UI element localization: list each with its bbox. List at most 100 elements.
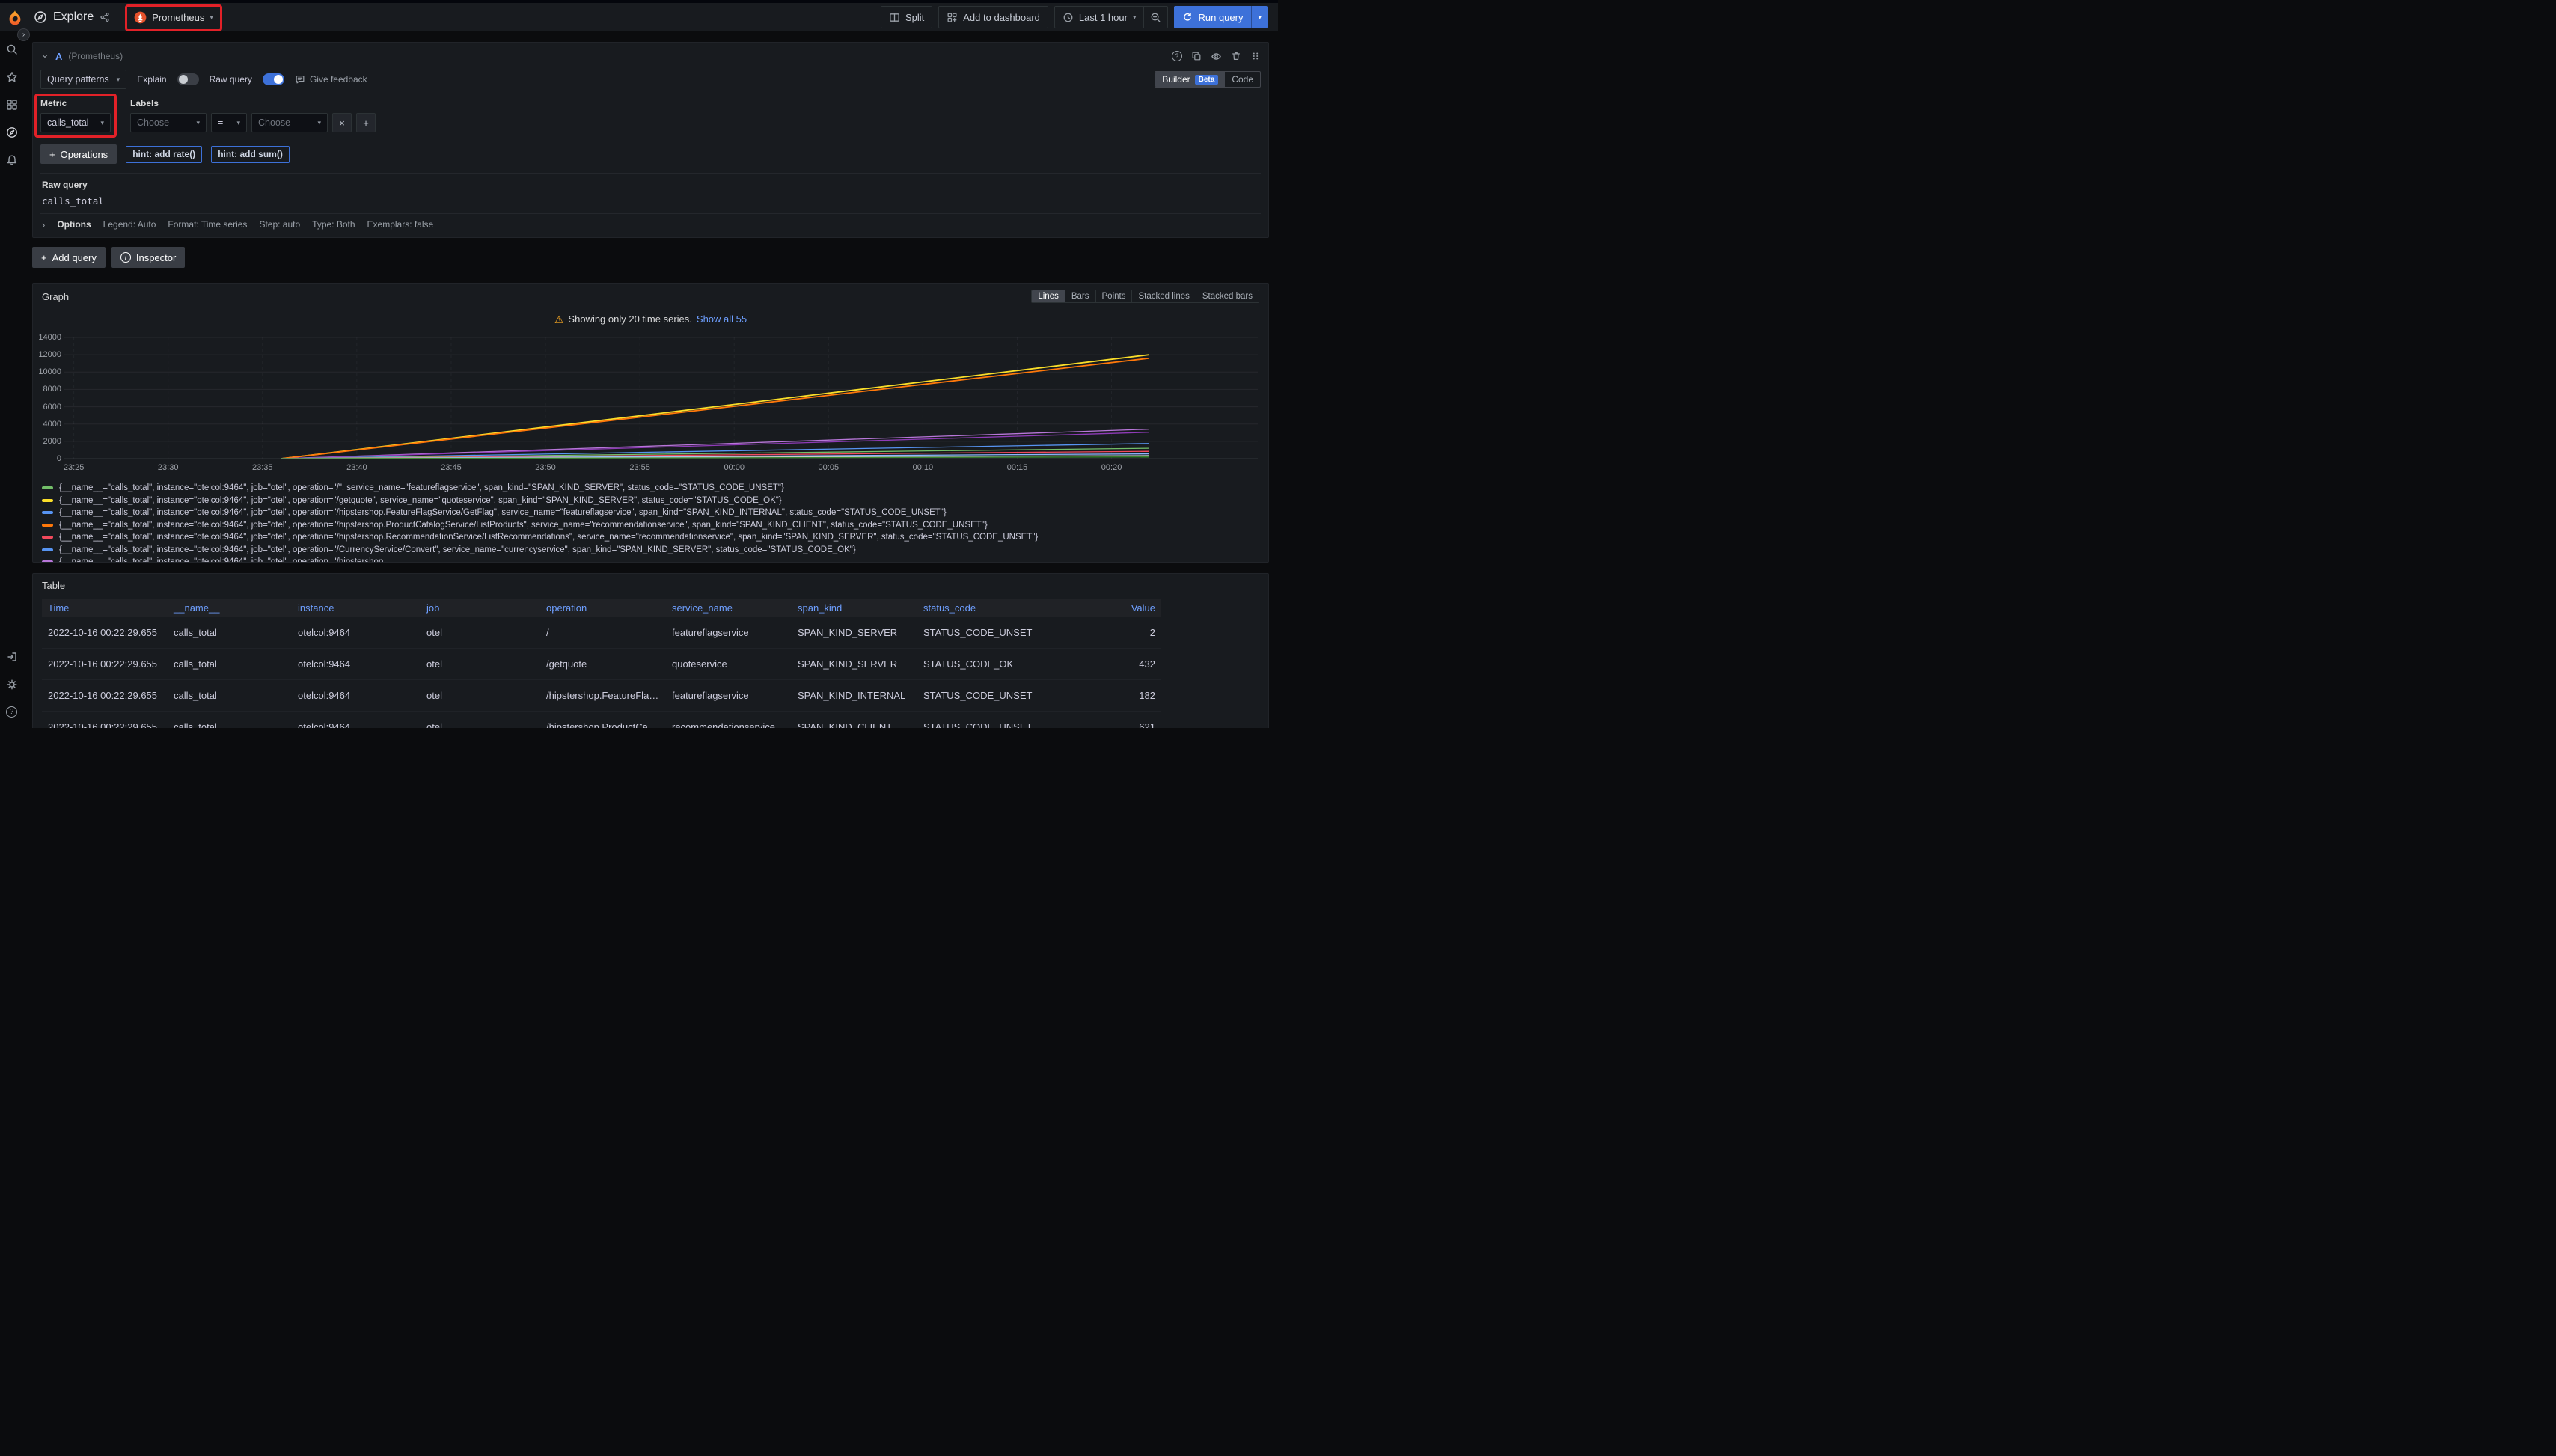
show-all-series-link[interactable]: Show all 55: [697, 313, 747, 325]
hide-query-eye-icon[interactable]: [1211, 51, 1222, 62]
add-to-dashboard-button[interactable]: Add to dashboard: [938, 6, 1048, 28]
hint-add-rate-button[interactable]: hint: add rate(): [126, 146, 202, 163]
run-query-options-caret[interactable]: ▾: [1251, 6, 1268, 28]
column-header-operation[interactable]: operation: [540, 599, 666, 617]
query-patterns-dropdown[interactable]: Query patterns ▾: [40, 70, 126, 89]
y-axis-tick: 12000: [38, 350, 61, 359]
add-label-button[interactable]: +: [356, 113, 376, 132]
help-icon[interactable]: ?: [6, 706, 17, 718]
x-axis-tick: 00:00: [719, 463, 749, 472]
labels-label: Labels: [130, 98, 376, 108]
grafana-logo-icon[interactable]: [4, 7, 25, 28]
table-row: 2022-10-16 00:22:29.655calls_totalotelco…: [42, 680, 1161, 712]
table-cell: /: [540, 617, 666, 649]
table-cell: otelcol:9464: [292, 617, 421, 649]
datasource-picker[interactable]: Prometheus ▾: [129, 8, 218, 27]
comment-icon: [295, 74, 305, 85]
column-header--name-[interactable]: __name__: [168, 599, 292, 617]
legend-label: {__name__="calls_total", instance="otelc…: [59, 508, 947, 517]
legend-item[interactable]: {__name__="calls_total", instance="otelc…: [42, 482, 1259, 495]
column-header-instance[interactable]: instance: [292, 599, 421, 617]
datasource-name: Prometheus: [152, 12, 204, 23]
metric-label: Metric: [40, 98, 111, 108]
inspector-button[interactable]: i Inspector: [111, 247, 185, 268]
x-axis-tick: 00:15: [1002, 463, 1032, 472]
legend-color-dash: [42, 511, 53, 514]
explain-toggle[interactable]: [177, 73, 199, 85]
search-icon[interactable]: [6, 43, 18, 55]
delete-query-trash-icon[interactable]: [1231, 51, 1241, 61]
graph-mode-stacked-lines[interactable]: Stacked lines: [1131, 290, 1195, 302]
run-query-button[interactable]: Run query ▾: [1174, 6, 1268, 28]
legend-item-clipped[interactable]: {__name__="calls_total", instance="otelc…: [42, 556, 1259, 562]
table-cell: 621: [1040, 712, 1161, 729]
split-icon: [889, 12, 900, 23]
graph-mode-lines[interactable]: Lines: [1032, 290, 1065, 302]
metric-select[interactable]: calls_total ▾: [40, 113, 111, 132]
dashboard-grid-icon: [947, 12, 958, 23]
column-header-status-code[interactable]: status_code: [917, 599, 1040, 617]
time-range-picker[interactable]: Last 1 hour ▾: [1054, 6, 1145, 28]
remove-label-button[interactable]: ×: [332, 113, 352, 132]
column-header-span-kind[interactable]: span_kind: [792, 599, 917, 617]
graph-canvas[interactable]: [64, 334, 1258, 461]
chevron-right-icon: ›: [42, 220, 45, 230]
add-operation-button[interactable]: + Operations: [40, 144, 117, 164]
plus-icon: +: [49, 150, 55, 159]
x-axis-tick: 23:55: [625, 463, 655, 472]
x-axis-tick: 23:50: [531, 463, 560, 472]
tab-code[interactable]: Code: [1225, 72, 1260, 87]
info-icon: i: [120, 252, 131, 263]
legend-label: {__name__="calls_total", instance="otelc…: [59, 521, 988, 530]
graph-panel-title: Graph: [42, 291, 69, 302]
raw-query-section: Raw query calls_total: [40, 173, 1261, 213]
table-cell: otelcol:9464: [292, 649, 421, 680]
table-cell: STATUS_CODE_UNSET: [917, 680, 1040, 712]
starred-icon[interactable]: [6, 71, 18, 83]
legend-item[interactable]: {__name__="calls_total", instance="otelc…: [42, 507, 1259, 519]
beta-badge: Beta: [1195, 75, 1219, 85]
column-header-service-name[interactable]: service_name: [666, 599, 792, 617]
column-header-time[interactable]: Time: [42, 599, 168, 617]
label-key-select[interactable]: Choose ▾: [130, 113, 207, 132]
query-help-icon[interactable]: ?: [1172, 51, 1182, 61]
drag-handle-icon[interactable]: [1250, 51, 1261, 61]
sidebar-expand-button[interactable]: ›: [17, 28, 30, 41]
legend-item[interactable]: {__name__="calls_total", instance="otelc…: [42, 531, 1259, 544]
split-button[interactable]: Split: [881, 6, 932, 28]
dashboards-icon[interactable]: [6, 99, 18, 111]
legend-item[interactable]: {__name__="calls_total", instance="otelc…: [42, 519, 1259, 532]
legend-item[interactable]: {__name__="calls_total", instance="otelc…: [42, 544, 1259, 557]
editor-mode-switcher: Builder Beta Code: [1155, 71, 1261, 88]
graph-panel: Graph LinesBarsPointsStacked linesStacke…: [32, 283, 1269, 563]
column-header-job[interactable]: job: [421, 599, 540, 617]
label-value-select[interactable]: Choose ▾: [251, 113, 328, 132]
hint-add-sum-button[interactable]: hint: add sum(): [211, 146, 290, 163]
copy-query-icon[interactable]: [1191, 51, 1202, 61]
labels-field: Labels Choose ▾ = ▾ Choose ▾ × +: [130, 98, 376, 132]
table-cell: 2022-10-16 00:22:29.655: [42, 617, 168, 649]
share-icon[interactable]: [100, 12, 110, 22]
gear-icon[interactable]: [6, 679, 18, 691]
give-feedback-link[interactable]: Give feedback: [295, 74, 367, 85]
table-cell: otelcol:9464: [292, 712, 421, 729]
tab-builder[interactable]: Builder Beta: [1155, 72, 1225, 87]
graph-mode-stacked-bars[interactable]: Stacked bars: [1196, 290, 1259, 302]
alerting-bell-icon[interactable]: [6, 154, 18, 166]
zoom-out-button[interactable]: [1143, 6, 1168, 28]
chevron-down-icon: ▾: [117, 76, 120, 83]
options-toggle[interactable]: Options: [57, 219, 91, 230]
collapse-query-chevron-icon[interactable]: [40, 52, 49, 61]
label-operator-select[interactable]: = ▾: [211, 113, 247, 132]
y-axis-tick: 2000: [43, 437, 61, 446]
graph-mode-points[interactable]: Points: [1095, 290, 1132, 302]
sign-in-icon[interactable]: [6, 651, 18, 663]
add-query-button[interactable]: + Add query: [32, 247, 106, 268]
legend-item[interactable]: {__name__="calls_total", instance="otelc…: [42, 495, 1259, 507]
legend-color-dash: [42, 486, 53, 489]
column-header-value[interactable]: Value: [1040, 599, 1161, 617]
chevron-down-icon: ▾: [236, 120, 240, 126]
graph-mode-bars[interactable]: Bars: [1065, 290, 1095, 302]
explore-nav-icon[interactable]: [6, 126, 18, 138]
raw-query-toggle[interactable]: [263, 73, 284, 85]
